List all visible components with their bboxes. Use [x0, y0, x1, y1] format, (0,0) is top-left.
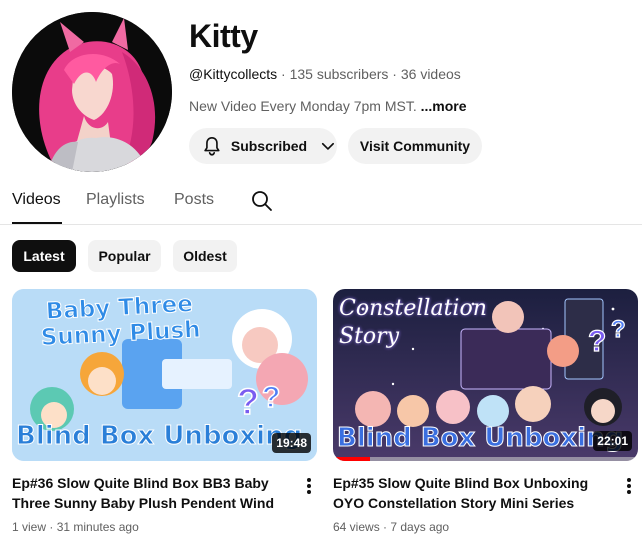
video-count: 36 videos — [400, 66, 461, 82]
upload-age: 7 days ago — [390, 520, 450, 534]
tab-playlists[interactable]: Playlists — [86, 191, 145, 209]
chip-popular[interactable]: Popular — [88, 240, 161, 272]
video-thumbnail[interactable]: ? ? Baby Three Sunny Plush Blind Box Unb… — [12, 289, 317, 461]
video-meta: 64 views · 7 days ago — [333, 520, 449, 534]
meta-separator: · — [49, 520, 54, 534]
video-thumbnail[interactable]: ? ? Constellation Story Blind Box Unboxi… — [333, 289, 638, 461]
description-text: New Video Every Monday 7pm MST. — [189, 98, 417, 114]
channel-name: Kitty — [189, 18, 258, 54]
channel-meta: @Kittycollects · 135 subscribers · 36 vi… — [189, 66, 461, 82]
watch-progress-bar — [333, 457, 370, 461]
channel-avatar[interactable] — [12, 12, 172, 172]
upload-age: 31 minutes ago — [56, 520, 139, 534]
video-title[interactable]: Ep#36 Slow Quite Blind Box BB3 Baby Thre… — [12, 473, 292, 513]
chip-oldest[interactable]: Oldest — [173, 240, 237, 272]
chip-latest[interactable]: Latest — [12, 240, 76, 272]
meta-separator: · — [392, 66, 397, 82]
subscribed-label: Subscribed — [230, 138, 308, 154]
bell-icon — [204, 136, 220, 156]
thumbnail-title-top: Baby Three Sunny Plush — [40, 291, 202, 352]
subscribed-button[interactable]: Subscribed — [189, 128, 337, 164]
svg-text:?: ? — [237, 381, 259, 422]
watch-progress-track — [333, 457, 638, 461]
video-duration: 22:01 — [593, 431, 632, 451]
video-duration: 19:48 — [272, 433, 311, 453]
more-link[interactable]: ...more — [421, 98, 467, 114]
active-tab-indicator — [12, 222, 62, 224]
meta-separator: · — [383, 520, 388, 534]
visit-community-button[interactable]: Visit Community — [348, 128, 482, 164]
view-count: 64 views — [333, 520, 380, 534]
svg-text:?: ? — [588, 325, 606, 358]
channel-tabs: Videos Playlists Posts — [0, 180, 642, 225]
svg-text:?: ? — [611, 316, 626, 343]
meta-separator: · — [281, 66, 286, 82]
video-meta: 1 view · 31 minutes ago — [12, 520, 139, 534]
chevron-down-icon — [322, 142, 335, 150]
channel-handle: @Kittycollects — [189, 66, 278, 82]
view-count: 1 view — [12, 520, 47, 534]
thumbnail-title-top: Constellation Story — [339, 296, 487, 349]
more-vert-icon[interactable] — [303, 476, 315, 496]
more-vert-icon[interactable] — [623, 476, 635, 496]
channel-description[interactable]: New Video Every Monday 7pm MST. ...more — [189, 98, 467, 114]
svg-text:?: ? — [262, 381, 280, 414]
visit-community-label: Visit Community — [359, 138, 471, 154]
subscriber-count: 135 subscribers — [289, 66, 389, 82]
search-icon[interactable] — [250, 189, 274, 213]
tab-posts[interactable]: Posts — [174, 191, 214, 209]
tab-videos[interactable]: Videos — [12, 191, 61, 209]
video-title[interactable]: Ep#35 Slow Quite Blind Box Unboxing OYO … — [333, 473, 613, 513]
